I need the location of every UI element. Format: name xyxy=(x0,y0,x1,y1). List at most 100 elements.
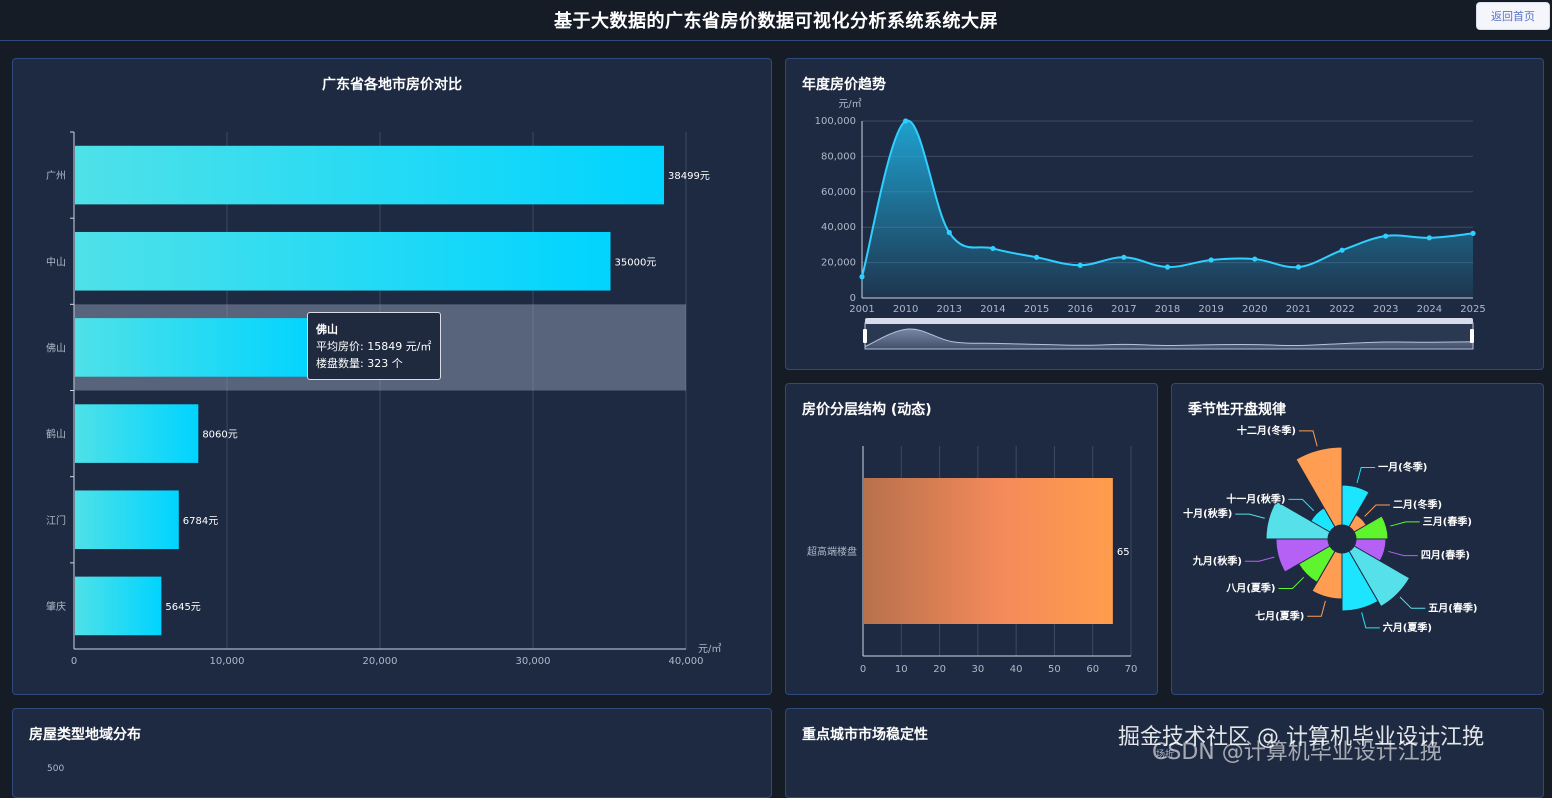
x-tick-label: 40 xyxy=(1010,664,1023,675)
rose-leader-line xyxy=(1288,498,1315,512)
rose-label: 十月(秋季) xyxy=(1183,507,1232,520)
y-tick-label: 100,000 xyxy=(815,116,856,127)
bar-肇庆 xyxy=(75,576,162,636)
trend-point-2025 xyxy=(1470,230,1476,236)
x-tick-label: 30 xyxy=(971,664,984,675)
x-tick-label: 20 xyxy=(933,664,946,675)
tier-bar xyxy=(864,478,1113,624)
rose-label: 十一月(秋季) xyxy=(1226,492,1285,505)
x-tick-label: 10 xyxy=(895,664,908,675)
trend-point-2001 xyxy=(859,274,865,280)
x-tick-label: 2018 xyxy=(1155,304,1180,315)
x-tick-label: 2016 xyxy=(1067,304,1092,315)
x-tick-label: 2021 xyxy=(1286,304,1311,315)
house-type-panel: 房屋类型地域分布 500 xyxy=(12,708,772,798)
x-tick-label: 2015 xyxy=(1024,304,1049,315)
trend-point-2018 xyxy=(1164,264,1171,270)
rose-label: 五月(春季) xyxy=(1428,601,1477,614)
trend-point-2019 xyxy=(1208,257,1214,263)
x-tick-label: 2010 xyxy=(893,304,918,315)
bar-中山 xyxy=(75,231,611,291)
y-tick-label: 广州 xyxy=(46,170,66,182)
trend-point-2022 xyxy=(1339,247,1345,253)
rose-label: 十二月(冬季) xyxy=(1237,424,1296,437)
trend-point-2017 xyxy=(1121,254,1127,260)
rose-label: 四月(春季) xyxy=(1421,549,1470,562)
x-tick-label: 30,000 xyxy=(516,656,551,667)
rose-leader-line xyxy=(1356,467,1376,484)
y-tick-label: 20,000 xyxy=(821,258,856,269)
seasonal-panel: 季节性开盘规律 一月(冬季) 二月(冬季) 三月(春季) 四月(春季) 五月(春季) 六月… xyxy=(1171,383,1544,695)
rose-label: 九月(秋季) xyxy=(1192,554,1242,567)
y-tick-label: 60,000 xyxy=(821,187,856,198)
rose-leader-line xyxy=(1388,550,1418,557)
stability-title: 重点城市市场稳定性 xyxy=(802,727,928,743)
trend-point-2013 xyxy=(946,229,952,236)
trend-point-2015 xyxy=(1033,254,1040,260)
x-tick-label: 60 xyxy=(1086,664,1099,675)
y-tick-label: 中山 xyxy=(46,255,66,268)
rose-leader-line xyxy=(1299,430,1318,447)
x-tick-label: 2001 xyxy=(849,304,874,315)
bar-value-label: 6784元 xyxy=(183,516,218,527)
trend-point-2021 xyxy=(1295,264,1302,270)
rose-leader-line xyxy=(1361,612,1380,629)
rose-leader-line xyxy=(1399,596,1426,609)
rose-leader-line xyxy=(1307,600,1326,617)
home-button[interactable]: 返回首页 xyxy=(1476,2,1550,30)
tier-structure-chart[interactable]: 0 10 20 30 40 50 60 70 超高端楼盘 65 xyxy=(786,384,1157,694)
x-tick-label: 2017 xyxy=(1111,304,1136,315)
city-price-panel: 广东省各地市房价对比 0 10,000 20,000 30,000 40,000 元/㎡广… xyxy=(12,58,772,695)
rose-label: 一月(冬季) xyxy=(1378,461,1427,474)
bar-鹤山 xyxy=(75,404,199,463)
rose-label: 二月(冬季) xyxy=(1393,498,1442,511)
trend-point-2016 xyxy=(1077,262,1083,268)
top-bar: 基于大数据的广东省房价数据可视化分析系统系统大屏 返回首页 xyxy=(0,0,1552,41)
rose-leader-line xyxy=(1364,504,1390,517)
y-tick-label: 佛山 xyxy=(46,341,66,354)
trend-point-2014 xyxy=(990,245,996,252)
tooltip-city: 佛山 xyxy=(316,323,338,336)
rose-leader-line xyxy=(1235,513,1265,519)
bar-value-label: 38499元 xyxy=(668,171,710,182)
x-tick-label: 20,000 xyxy=(363,656,398,667)
trend-point-2023 xyxy=(1383,233,1389,239)
trend-point-2010 xyxy=(903,118,909,124)
trend-point-2020 xyxy=(1252,256,1258,262)
x-tick-label: 0 xyxy=(71,656,77,667)
x-tick-label: 2023 xyxy=(1373,304,1398,315)
seasonal-rose-chart[interactable]: 一月(冬季) 二月(冬季) 三月(春季) 四月(春季) 五月(春季) 六月(夏季) 七月(夏… xyxy=(1172,384,1543,694)
bar-佛山 xyxy=(75,318,318,377)
tooltip-count: 楼盘数量: 323 个 xyxy=(316,357,403,370)
rose-leader-line xyxy=(1244,556,1275,562)
x-axis-unit: 元/㎡ xyxy=(698,643,721,655)
x-tick-label: 70 xyxy=(1125,664,1138,675)
page-title: 基于大数据的广东省房价数据可视化分析系统系统大屏 xyxy=(554,11,998,32)
trend-area xyxy=(862,120,1473,298)
x-tick-label: 0 xyxy=(860,664,866,675)
x-tick-label: 2013 xyxy=(937,304,962,315)
year-trend-panel: 年度房价趋势 0 20,000 40,000 60,000 80,000 100,000 元… xyxy=(785,58,1544,370)
bar-value-label: 65 xyxy=(1117,547,1130,558)
x-tick-label: 10,000 xyxy=(210,656,245,667)
x-tick-label: 2025 xyxy=(1460,304,1485,315)
tooltip-avg-price: 平均房价: 15849 元/㎡ xyxy=(316,340,432,353)
rose-leader-line xyxy=(1390,521,1420,527)
y-tick-label: 江门 xyxy=(46,514,66,527)
x-tick-label: 2024 xyxy=(1417,304,1442,315)
x-tick-label: 50 xyxy=(1048,664,1061,675)
year-trend-chart[interactable]: 0 20,000 40,000 60,000 80,000 100,000 元/㎡ 2001 2… xyxy=(786,59,1543,369)
trend-point-2024 xyxy=(1426,235,1432,241)
x-tick-label: 40,000 xyxy=(669,656,704,667)
y-tick-label: 肇庆 xyxy=(46,600,66,613)
bar-江门 xyxy=(75,490,179,550)
y-tick-label: 80,000 xyxy=(821,151,856,162)
x-tick-label: 2014 xyxy=(980,304,1005,315)
x-tick-label: 2022 xyxy=(1329,304,1354,315)
zoom-bar xyxy=(865,318,1473,324)
y-tick-label: 鹤山 xyxy=(46,428,66,441)
y-tick-label: 0 xyxy=(850,293,856,304)
house-type-ytick: 500 xyxy=(47,764,65,774)
y-tick-label: 40,000 xyxy=(821,222,856,233)
rose-label: 七月(夏季) xyxy=(1255,609,1304,622)
